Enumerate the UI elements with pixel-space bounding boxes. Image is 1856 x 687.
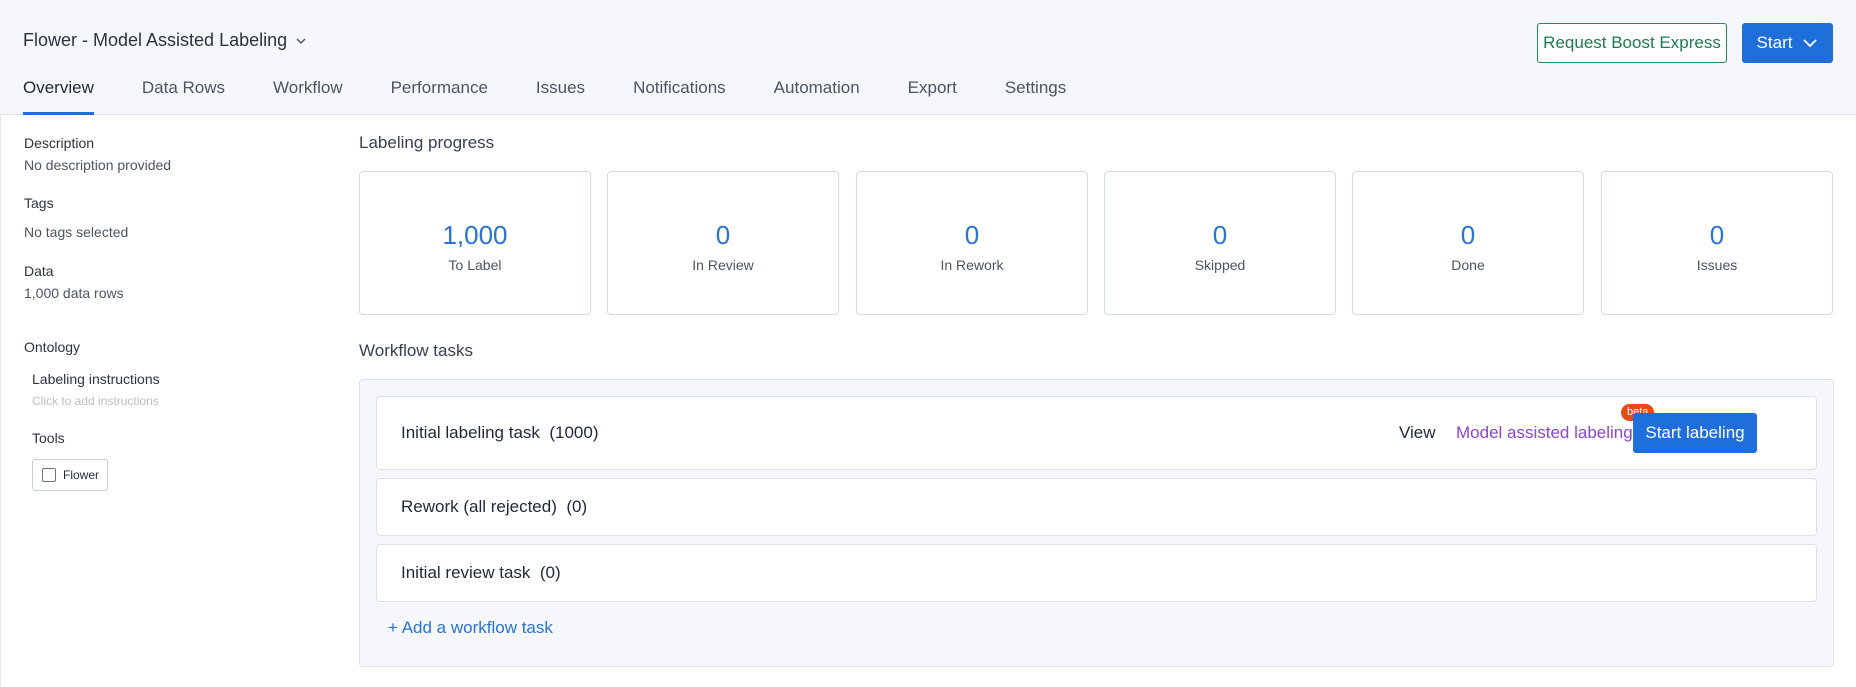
- stat-value: 0: [1460, 220, 1476, 250]
- stat-value: 1,000: [442, 220, 508, 250]
- tool-name: Flower: [63, 468, 100, 482]
- tool-chip-flower[interactable]: Flower: [32, 459, 108, 491]
- start-button[interactable]: Start: [1742, 23, 1833, 63]
- stat-label: Skipped: [1194, 257, 1246, 273]
- checkbox-icon: [42, 468, 56, 482]
- start-labeling-button[interactable]: Start labeling: [1633, 413, 1757, 453]
- tab-automation[interactable]: Automation: [774, 78, 860, 115]
- tab-settings[interactable]: Settings: [1005, 78, 1066, 115]
- stat-card-in-rework: 0 In Rework: [856, 171, 1088, 315]
- tab-issues[interactable]: Issues: [536, 78, 585, 115]
- tab-workflow[interactable]: Workflow: [273, 78, 343, 115]
- stat-card-skipped: 0 Skipped: [1104, 171, 1336, 315]
- labeling-progress-title: Labeling progress: [359, 133, 495, 152]
- tab-notifications[interactable]: Notifications: [633, 78, 726, 115]
- task-name: Initial review task (0): [401, 563, 561, 582]
- add-workflow-task-link[interactable]: + Add a workflow task: [388, 618, 553, 638]
- model-assisted-labeling-link[interactable]: Model assisted labeling: [1456, 423, 1633, 443]
- data-label: Data: [24, 263, 54, 279]
- stat-value: 0: [964, 220, 980, 250]
- stat-label: In Rework: [940, 257, 1004, 273]
- stat-card-issues: 0 Issues: [1601, 171, 1833, 315]
- stat-card-to-label: 1,000 To Label: [359, 171, 591, 315]
- stat-value: 0: [715, 220, 731, 250]
- workflow-tasks-panel: Initial labeling task (1000) View Model …: [359, 379, 1834, 667]
- view-link[interactable]: View: [1399, 423, 1436, 443]
- tab-performance[interactable]: Performance: [391, 78, 488, 115]
- project-title-dropdown[interactable]: Flower - Model Assisted Labeling: [23, 30, 307, 51]
- stat-card-done: 0 Done: [1352, 171, 1584, 315]
- tab-overview[interactable]: Overview: [23, 78, 94, 115]
- tags-value: No tags selected: [24, 224, 129, 240]
- data-value: 1,000 data rows: [24, 285, 124, 301]
- description-value: No description provided: [24, 157, 172, 173]
- stat-label: In Review: [692, 257, 754, 273]
- labeling-instructions-label: Labeling instructions: [32, 371, 160, 387]
- tags-label: Tags: [24, 195, 54, 211]
- task-name: Initial labeling task (1000): [401, 423, 599, 442]
- stat-label: Done: [1451, 257, 1485, 273]
- project-tabs: Overview Data Rows Workflow Performance …: [23, 78, 1114, 115]
- stat-card-in-review: 0 In Review: [607, 171, 839, 315]
- task-row-initial-labeling: Initial labeling task (1000) View Model …: [376, 396, 1817, 470]
- stat-value: 0: [1709, 220, 1725, 250]
- workflow-tasks-title: Workflow tasks: [359, 341, 473, 360]
- tab-export[interactable]: Export: [908, 78, 957, 115]
- chevron-down-icon: [1803, 39, 1818, 48]
- project-details-sidebar: Description No description provided Tags…: [0, 115, 340, 687]
- chevron-down-icon: [296, 38, 306, 44]
- stat-label: To Label: [448, 257, 502, 273]
- ontology-label: Ontology: [24, 339, 81, 355]
- add-instructions-link[interactable]: Click to add instructions: [32, 394, 159, 408]
- task-row-rework[interactable]: Rework (all rejected) (0): [376, 478, 1817, 536]
- task-name: Rework (all rejected) (0): [401, 497, 588, 516]
- main-content: Labeling progress 1,000 To Label 0 In Re…: [340, 115, 1856, 687]
- tools-label: Tools: [32, 430, 65, 446]
- tab-data-rows[interactable]: Data Rows: [142, 78, 225, 115]
- stat-label: Issues: [1696, 257, 1738, 273]
- stat-value: 0: [1212, 220, 1228, 250]
- start-button-label: Start: [1756, 33, 1793, 52]
- description-label: Description: [24, 135, 95, 151]
- task-row-initial-review[interactable]: Initial review task (0): [376, 544, 1817, 602]
- project-header: Flower - Model Assisted Labeling Request…: [0, 0, 1856, 115]
- project-title: Flower - Model Assisted Labeling: [23, 30, 288, 50]
- request-boost-express-button[interactable]: Request Boost Express: [1537, 23, 1727, 63]
